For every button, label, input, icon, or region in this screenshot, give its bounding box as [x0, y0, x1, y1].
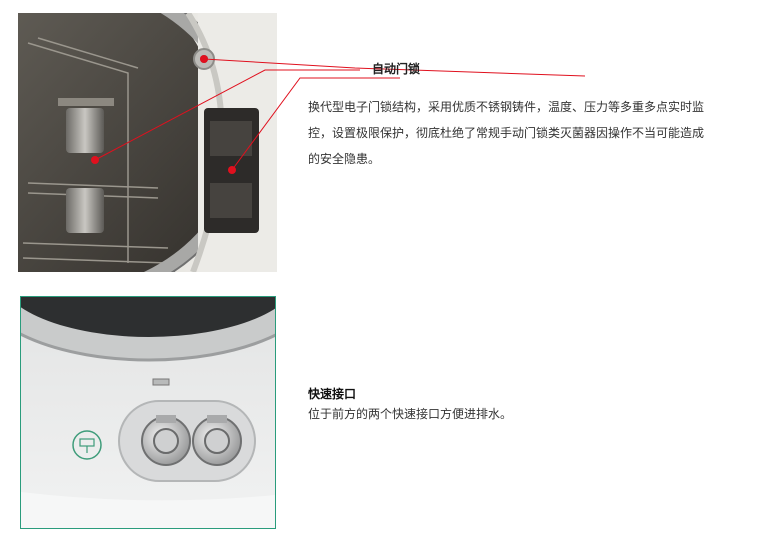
quick-connector-illustration	[21, 297, 275, 528]
door-lock-description: 换代型电子门锁结构，采用优质不锈钢铸件，温度、压力等多重多点实时监控，设置极限保…	[308, 100, 705, 166]
connector-left	[141, 415, 191, 466]
lock-bolt-upper	[66, 108, 104, 153]
quick-connector-photo	[20, 296, 276, 529]
quick-connector-description: 位于前方的两个快速接口方便进排水。	[308, 407, 513, 421]
door-lock-title: 自动门锁	[372, 62, 421, 76]
lock-bolt-lower	[66, 188, 104, 233]
door-lock-illustration	[18, 13, 277, 272]
quick-connector-title: 快速接口	[308, 387, 357, 401]
connector-right	[192, 415, 242, 466]
door-lock-photo	[18, 13, 277, 272]
